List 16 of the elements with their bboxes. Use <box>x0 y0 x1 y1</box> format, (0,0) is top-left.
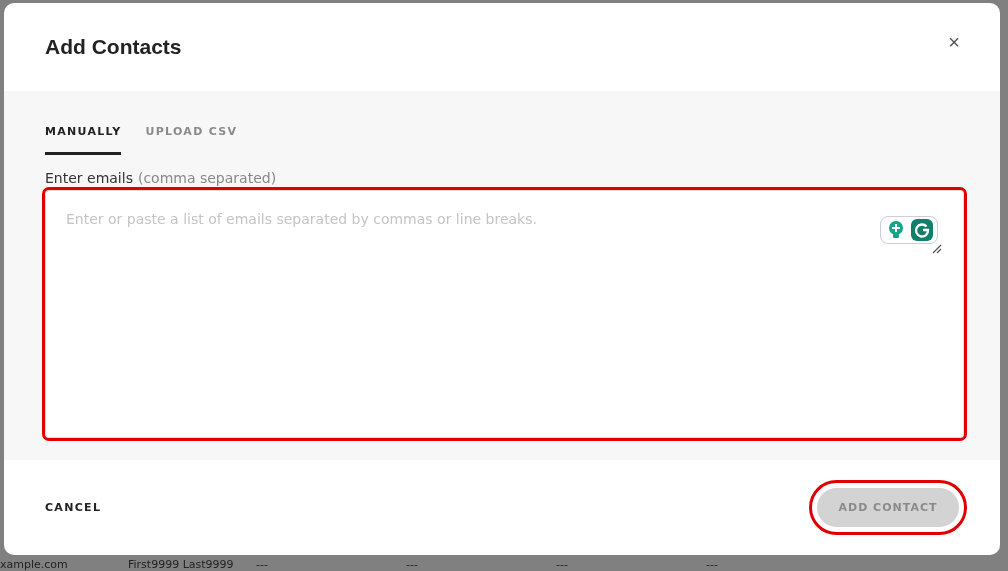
close-button[interactable]: × <box>948 30 960 54</box>
g-logo-icon <box>911 219 933 241</box>
cancel-button[interactable]: CANCEL <box>45 501 102 514</box>
resize-grip-icon[interactable] <box>932 244 942 254</box>
assistant-badge[interactable] <box>880 216 938 244</box>
field-label: Enter emails <box>45 170 133 186</box>
background-text: --- <box>706 558 719 571</box>
background-text: First9999 Last9999 <box>128 558 235 571</box>
email-input-field[interactable]: Enter or paste a list of emails separated by commas or line breaks. <box>45 190 964 438</box>
background-text: xample.com <box>0 558 69 571</box>
background-text: --- <box>256 558 269 571</box>
background-text: --- <box>556 558 569 571</box>
field-hint: (comma separated) <box>137 170 277 186</box>
background-text: --- <box>406 558 419 571</box>
dialog-title: Add Contacts <box>45 35 182 59</box>
tab[interactable]: MANUALLY <box>45 119 122 155</box>
